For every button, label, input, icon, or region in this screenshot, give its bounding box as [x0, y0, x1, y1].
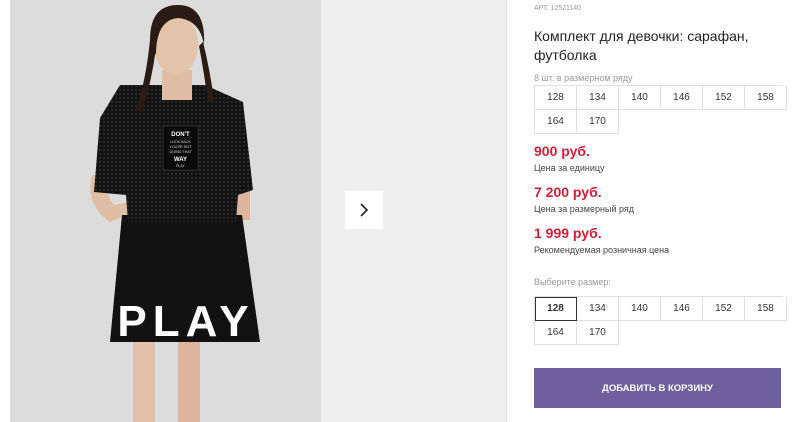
pack-size-cell: 134 — [577, 86, 619, 110]
pack-price-label: Цена за размерный ряд — [534, 204, 635, 214]
article-label: АРТ. — [534, 5, 549, 12]
pack-price: 7 200 руб. — [534, 184, 602, 200]
pack-size-cell: 164 — [535, 110, 577, 134]
size-option[interactable]: 170 — [577, 321, 619, 345]
product-photo: DON'T LOOK BACK YOU'RE NOT GOING THAT WA… — [10, 0, 321, 422]
pack-size-grid: 128 134 140 146 152 158 164 170 — [534, 85, 787, 134]
pack-note: 8 шт. в размерном ряду — [534, 73, 633, 83]
next-image-button[interactable] — [345, 191, 383, 229]
size-option[interactable]: 140 — [619, 297, 661, 321]
pack-size-cell: 128 — [535, 86, 577, 110]
column-divider — [506, 0, 507, 422]
model-image: DON'T LOOK BACK YOU'RE NOT GOING THAT WA… — [10, 0, 321, 422]
product-title: Комплект для девочки: сарафан, футболка — [534, 28, 749, 63]
pack-size-cell: 146 — [661, 86, 703, 110]
choose-size-label: Выберите размер: — [534, 277, 611, 287]
patch-line-1: DON'T — [171, 132, 190, 138]
unit-price: 900 руб. — [534, 143, 590, 159]
chevron-right-icon — [360, 203, 369, 217]
pack-size-cell: 140 — [619, 86, 661, 110]
size-selector: 128 134 140 146 152 158 164 170 — [534, 296, 787, 345]
retail-price-label: Рекомендуемая розничная цена — [534, 245, 670, 255]
patch-line-6: PLAY — [176, 164, 186, 168]
pack-size-cell: 170 — [577, 110, 619, 134]
patch-line-5: WAY — [174, 157, 187, 163]
pack-size-cell: 152 — [703, 86, 745, 110]
patch-line-4: GOING THAT — [169, 150, 192, 154]
article-number: АРТ. 12521140 — [534, 5, 581, 12]
size-option[interactable]: 158 — [745, 297, 787, 321]
size-option[interactable]: 134 — [577, 297, 619, 321]
retail-price: 1 999 руб. — [534, 225, 602, 241]
unit-price-label: Цена за единицу — [534, 163, 605, 173]
size-option[interactable]: 146 — [661, 297, 703, 321]
patch-line-2: LOOK BACK — [170, 140, 191, 144]
article-value: 12521140 — [550, 5, 582, 12]
size-option[interactable]: 164 — [535, 321, 577, 345]
pack-size-cell: 158 — [745, 86, 787, 110]
size-option[interactable]: 152 — [703, 297, 745, 321]
skirt-print: PLAY — [117, 297, 254, 346]
size-option-selected[interactable]: 128 — [535, 297, 577, 321]
patch-line-3: YOU'RE NOT — [169, 145, 192, 149]
add-to-cart-button[interactable]: ДОБАВИТЬ В КОРЗИНУ — [534, 368, 781, 408]
